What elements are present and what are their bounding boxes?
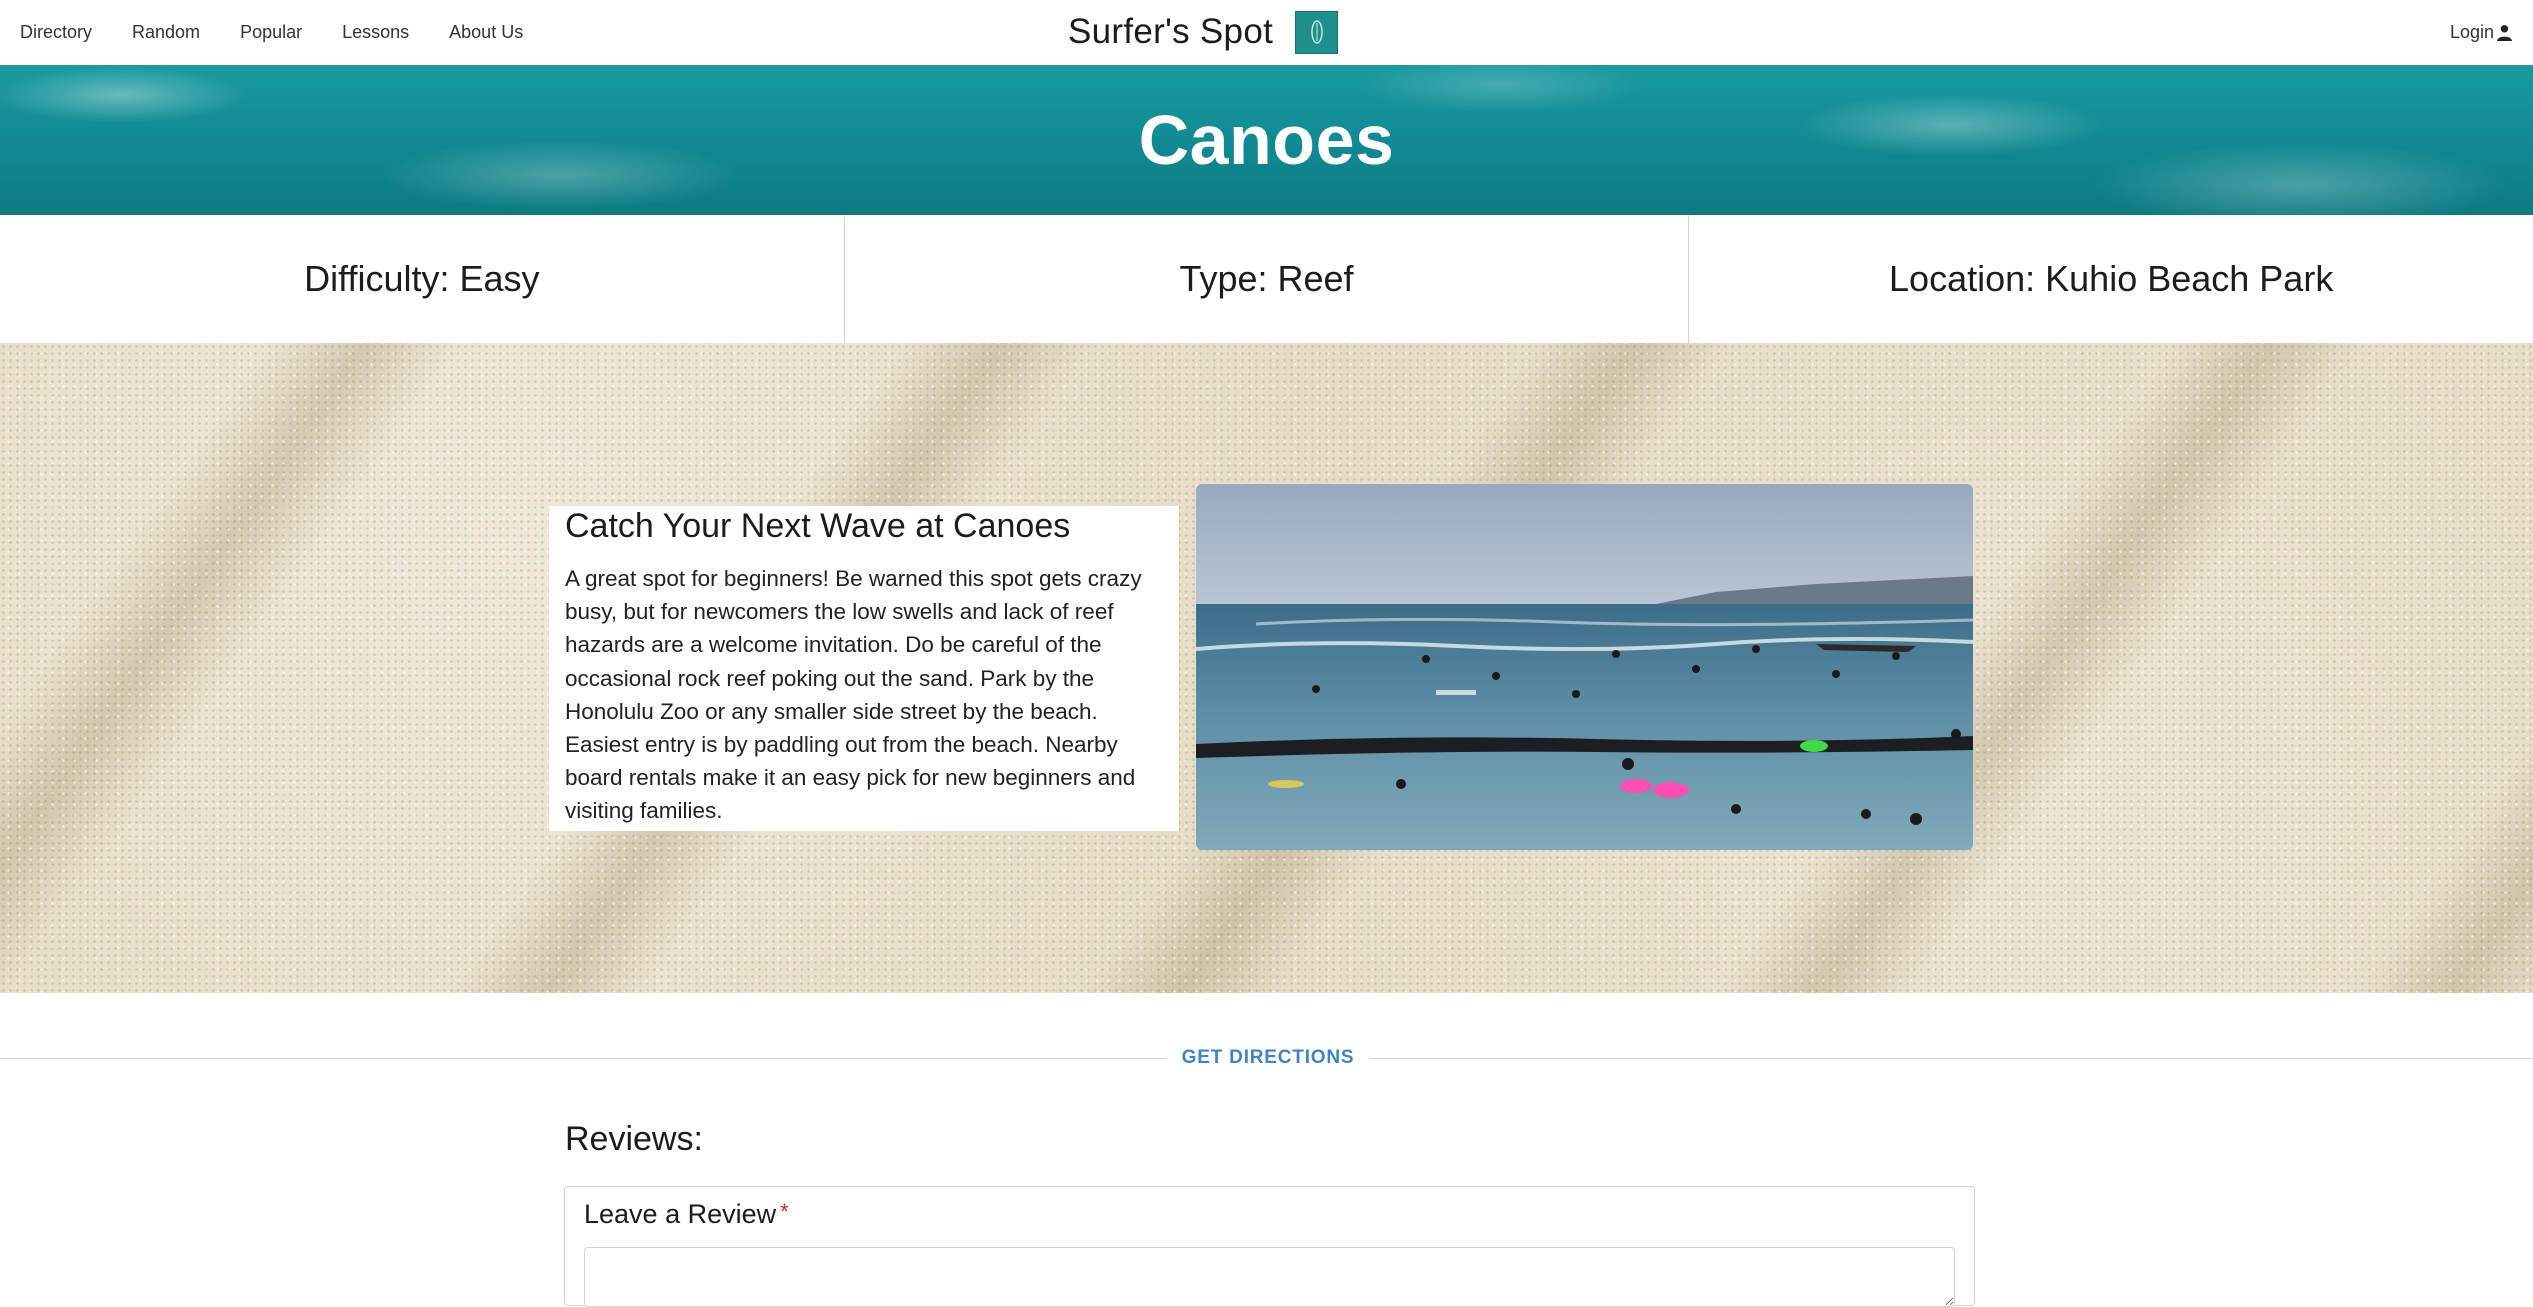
required-marker: * — [780, 1199, 789, 1224]
get-directions-link[interactable]: GET DIRECTIONS — [1167, 1045, 1369, 1071]
leave-review-text: Leave a Review — [584, 1199, 777, 1229]
difficulty-info: Difficulty: Easy — [0, 215, 845, 343]
spot-photo-image — [1196, 484, 1973, 850]
nav-popular-link[interactable]: Popular — [240, 22, 302, 43]
hero-banner: Canoes — [0, 65, 2533, 215]
type-info: Type: Reef — [845, 215, 1690, 343]
spot-photo — [1196, 484, 1973, 850]
spot-heading: Catch Your Next Wave at Canoes — [565, 507, 1071, 545]
brand[interactable]: Surfer's Spot — [1068, 6, 1339, 58]
nav-random-link[interactable]: Random — [132, 22, 200, 43]
brand-title[interactable]: Surfer's Spot — [1068, 12, 1273, 52]
spot-description: A great spot for beginners! Be warned th… — [565, 566, 1142, 824]
review-input[interactable] — [584, 1247, 1955, 1307]
location-info: Location: Kuhio Beach Park — [1889, 258, 2334, 299]
login-label[interactable]: Login — [2450, 22, 2494, 43]
page-title: Canoes — [1138, 101, 1395, 179]
review-form: Leave a Review * — [564, 1186, 1975, 1307]
spot-info-bar: Difficulty: Easy Type: Reef Location: Ku… — [0, 215, 2533, 343]
reviews-heading: Reviews: — [565, 1120, 703, 1158]
nav-directory-link[interactable]: Directory — [20, 22, 92, 43]
nav-lessons-link[interactable]: Lessons — [342, 22, 409, 43]
nav-links: Directory Random Popular Lessons About U… — [20, 0, 563, 65]
spot-description-card: Catch Your Next Wave at Canoes A great s… — [549, 506, 1179, 831]
user-icon[interactable] — [2496, 24, 2513, 41]
top-nav: Directory Random Popular Lessons About U… — [0, 0, 2533, 65]
surfboard-logo-icon[interactable] — [1295, 10, 1339, 54]
leave-review-label: Leave a Review * — [584, 1199, 789, 1230]
login-link[interactable]: Login — [2450, 0, 2513, 65]
nav-about-link[interactable]: About Us — [449, 22, 523, 43]
